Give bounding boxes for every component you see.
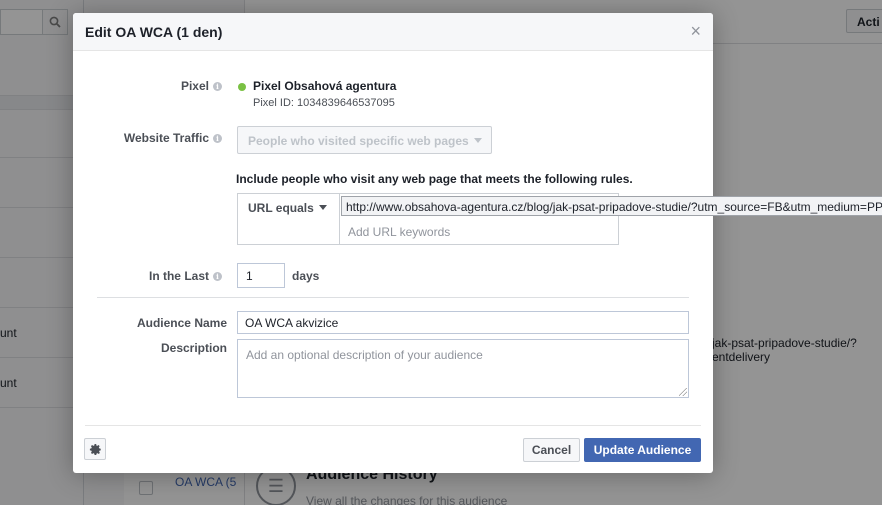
website-traffic-label-row: Website Traffic i <box>103 131 222 145</box>
pixel-name: Pixel Obsahová agentura <box>253 79 397 93</box>
description-label: Description <box>160 341 227 355</box>
url-token[interactable]: http://www.obsahova-agentura.cz/blog/jak… <box>341 196 882 216</box>
update-audience-button[interactable]: Update Audience <box>584 438 701 462</box>
edit-audience-dialog: Edit OA WCA (1 den) × Pixel i Pixel Obsah… <box>73 13 882 473</box>
gear-icon <box>89 443 101 455</box>
pixel-label-row: Pixel i <box>133 79 222 93</box>
chevron-down-icon <box>318 205 327 210</box>
close-icon[interactable]: × <box>690 22 701 40</box>
section-divider <box>97 297 689 298</box>
website-traffic-value: People who visited specific web pages <box>248 134 469 148</box>
audience-name-label: Audience Name <box>136 316 227 330</box>
dialog-header: Edit OA WCA (1 den) × <box>73 13 713 51</box>
website-traffic-select[interactable]: People who visited specific web pages <box>237 126 492 154</box>
cancel-button[interactable]: Cancel <box>523 438 580 462</box>
info-icon[interactable]: i <box>213 82 222 91</box>
url-keywords-input[interactable]: Add URL keywords <box>348 225 450 239</box>
description-placeholder: Add an optional description of your audi… <box>246 348 483 362</box>
info-icon[interactable]: i <box>213 134 222 143</box>
settings-button[interactable] <box>84 438 106 460</box>
footer-divider <box>85 425 701 426</box>
in-the-last-label: In the Last <box>148 269 209 283</box>
days-unit-label: days <box>292 269 320 283</box>
retention-days-input[interactable]: 1 <box>237 263 285 288</box>
rules-heading: Include people who visit any web page th… <box>236 172 633 186</box>
description-textarea[interactable]: Add an optional description of your audi… <box>237 339 689 398</box>
pixel-id: Pixel ID: 1034839646537095 <box>253 97 395 109</box>
website-traffic-label: Website Traffic <box>123 131 209 145</box>
pixel-label: Pixel <box>180 79 209 93</box>
in-the-last-label-row: In the Last i <box>133 269 222 283</box>
chevron-down-icon <box>473 138 482 143</box>
info-icon[interactable]: i <box>213 272 222 281</box>
resize-handle-icon[interactable] <box>679 388 687 396</box>
pixel-status-dot <box>238 83 246 91</box>
rule-type-dropdown[interactable]: URL equals <box>238 194 340 244</box>
dialog-title: Edit OA WCA (1 den) <box>85 24 223 40</box>
audience-name-input[interactable]: OA WCA akvizice <box>237 311 689 334</box>
rule-type-label: URL equals <box>248 201 314 215</box>
